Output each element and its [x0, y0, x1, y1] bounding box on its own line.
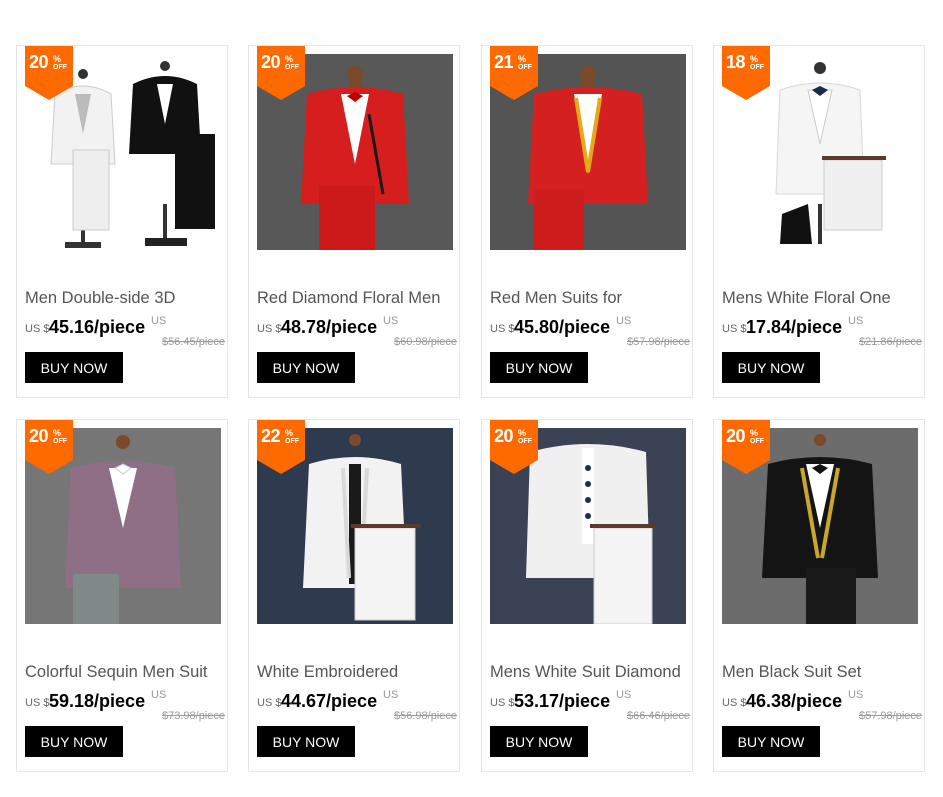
product-card[interactable]: 20 % OFF Men Double-side 3D US $ 45.16/p… [16, 45, 228, 398]
discount-value: 21 [494, 52, 514, 72]
currency-label: US $ [722, 697, 747, 709]
discount-badge: 20 % OFF [722, 420, 770, 474]
currency-label: US $ [722, 323, 747, 335]
price-row: US $ 45.80/piece US $57.98/piece [490, 315, 690, 348]
product-card[interactable]: 22 % OFF White Embroidered US $ 44.67/pi… [248, 419, 460, 772]
discount-value: 20 [29, 52, 49, 72]
old-currency-label: US [616, 315, 632, 327]
discount-badge: 22 % OFF [257, 420, 305, 474]
original-price: $66.46/piece [627, 710, 690, 722]
price-row: US $ 46.38/piece US $57.98/piece [722, 689, 922, 722]
discount-percent: % [750, 428, 759, 438]
discount-percent: % [285, 54, 294, 64]
current-price: 59.18/piece [49, 691, 146, 711]
currency-label: US $ [490, 697, 515, 709]
product-title[interactable]: White Embroidered [257, 663, 457, 682]
product-card[interactable]: 18 % OFF Mens White Floral One US $ 17.8… [713, 45, 925, 398]
product-card[interactable]: 20 % OFF Men Black Suit Set US $ 46.38/p… [713, 419, 925, 772]
currency-label: US $ [25, 323, 50, 335]
product-title[interactable]: Red Men Suits for [490, 289, 690, 308]
discount-off-label: OFF [518, 64, 532, 71]
product-card[interactable]: 20 % OFF Colorful Sequin Men Suit US $ 5… [16, 419, 228, 772]
old-currency-label: US [383, 689, 399, 701]
discount-value: 20 [261, 52, 281, 72]
price-row: US $ 45.16/piece US $56.45/piece [25, 315, 225, 348]
product-card[interactable]: 20 % OFF Red Diamond Floral Men US $ 48.… [248, 45, 460, 398]
price-row: US $ 48.78/piece US $60.98/piece [257, 315, 457, 348]
discount-percent: % [53, 428, 62, 438]
product-title[interactable]: Mens White Suit Diamond [490, 663, 690, 682]
discount-value: 20 [29, 426, 49, 446]
product-title[interactable]: Men Double-side 3D [25, 289, 225, 308]
discount-percent: % [53, 54, 62, 64]
current-price: 48.78/piece [281, 317, 378, 337]
original-price: $57.98/piece [627, 336, 690, 348]
old-currency-label: US [383, 315, 399, 327]
original-price: $56.98/piece [394, 710, 457, 722]
original-price: $56.45/piece [162, 336, 225, 348]
old-currency-label: US [151, 315, 167, 327]
buy-now-button[interactable]: BUY NOW [257, 352, 355, 383]
discount-badge: 18 % OFF [722, 46, 770, 100]
discount-off-label: OFF [53, 64, 67, 71]
currency-label: US $ [490, 323, 515, 335]
buy-now-button[interactable]: BUY NOW [722, 726, 820, 757]
discount-badge: 20 % OFF [25, 46, 73, 100]
product-title[interactable]: Men Black Suit Set [722, 663, 922, 682]
discount-off-label: OFF [750, 438, 764, 445]
discount-off-label: OFF [285, 438, 299, 445]
current-price: 17.84/piece [746, 317, 843, 337]
currency-label: US $ [25, 697, 50, 709]
discount-badge: 20 % OFF [25, 420, 73, 474]
product-title[interactable]: Mens White Floral One [722, 289, 922, 308]
discount-percent: % [750, 54, 759, 64]
buy-now-button[interactable]: BUY NOW [257, 726, 355, 757]
buy-now-button[interactable]: BUY NOW [490, 352, 588, 383]
discount-badge: 20 % OFF [490, 420, 538, 474]
price-row: US $ 17.84/piece US $21.86/piece [722, 315, 922, 348]
discount-percent: % [518, 428, 527, 438]
old-currency-label: US [616, 689, 632, 701]
product-grid: 20 % OFF Men Double-side 3D US $ 45.16/p… [0, 0, 943, 797]
buy-now-button[interactable]: BUY NOW [490, 726, 588, 757]
product-title[interactable]: Red Diamond Floral Men [257, 289, 457, 308]
discount-value: 18 [726, 52, 746, 72]
current-price: 45.80/piece [514, 317, 611, 337]
discount-off-label: OFF [750, 64, 764, 71]
discount-percent: % [285, 428, 294, 438]
discount-percent: % [518, 54, 527, 64]
buy-now-button[interactable]: BUY NOW [25, 352, 123, 383]
price-row: US $ 53.17/piece US $66.46/piece [490, 689, 690, 722]
discount-off-label: OFF [518, 438, 532, 445]
discount-value: 20 [726, 426, 746, 446]
old-currency-label: US [151, 689, 167, 701]
product-card[interactable]: 21 % OFF Red Men Suits for US $ 45.80/pi… [481, 45, 693, 398]
current-price: 44.67/piece [281, 691, 378, 711]
original-price: $73.98/piece [162, 710, 225, 722]
discount-off-label: OFF [285, 64, 299, 71]
discount-off-label: OFF [53, 438, 67, 445]
currency-label: US $ [257, 323, 282, 335]
discount-badge: 20 % OFF [257, 46, 305, 100]
product-card[interactable]: 20 % OFF Mens White Suit Diamond US $ 53… [481, 419, 693, 772]
currency-label: US $ [257, 697, 282, 709]
product-title[interactable]: Colorful Sequin Men Suit [25, 663, 225, 682]
buy-now-button[interactable]: BUY NOW [25, 726, 123, 757]
price-row: US $ 59.18/piece US $73.98/piece [25, 689, 225, 722]
original-price: $60.98/piece [394, 336, 457, 348]
discount-badge: 21 % OFF [490, 46, 538, 100]
original-price: $57.98/piece [859, 710, 922, 722]
old-currency-label: US [848, 315, 864, 327]
discount-value: 20 [494, 426, 514, 446]
original-price: $21.86/piece [859, 336, 922, 348]
current-price: 46.38/piece [746, 691, 843, 711]
old-currency-label: US [848, 689, 864, 701]
buy-now-button[interactable]: BUY NOW [722, 352, 820, 383]
price-row: US $ 44.67/piece US $56.98/piece [257, 689, 457, 722]
current-price: 53.17/piece [514, 691, 611, 711]
discount-value: 22 [261, 426, 281, 446]
current-price: 45.16/piece [49, 317, 146, 337]
